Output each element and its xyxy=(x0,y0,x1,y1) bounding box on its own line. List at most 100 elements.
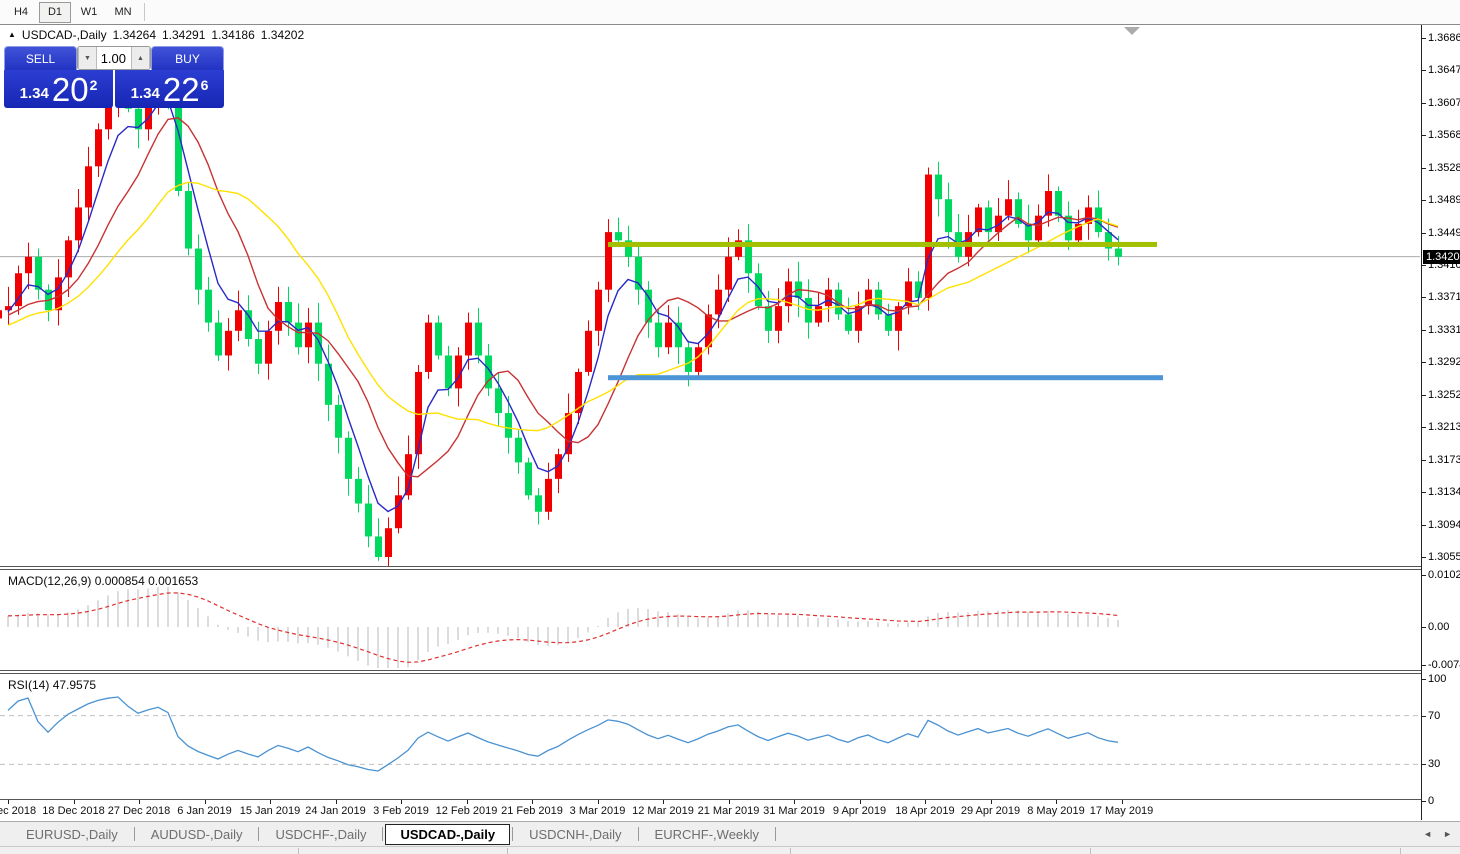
scale-tick xyxy=(1422,679,1426,680)
rsi-scale-label: 0 xyxy=(1428,795,1434,807)
price-scale-label: 1.36470 xyxy=(1428,64,1460,76)
scale-tick xyxy=(1422,575,1426,576)
tab-eurchf-weekly[interactable]: EURCHF-,Weekly xyxy=(641,825,774,844)
rsi-scale-label: 30 xyxy=(1428,758,1440,770)
timeframe-button-h4[interactable]: H4 xyxy=(5,2,37,23)
scroll-to-end-icon[interactable] xyxy=(1124,27,1140,35)
volume-stepper: ▼ 1.00 ▲ xyxy=(77,46,151,70)
tab-separator xyxy=(638,827,639,841)
tab-usdcnh-daily[interactable]: USDCNH-,Daily xyxy=(515,825,635,844)
tab-scroll-right-icon[interactable]: ► xyxy=(1443,829,1452,839)
current-price-label: 1.34202 xyxy=(1423,250,1460,264)
rsi-scale-label: 70 xyxy=(1428,710,1440,722)
macd-scale-label: 0.010229 xyxy=(1428,569,1460,581)
price-scale-label: 1.31340 xyxy=(1428,486,1460,498)
time-axis-label: 3 Feb 2019 xyxy=(373,805,429,817)
price-scale-label: 1.32520 xyxy=(1428,389,1460,401)
price-scale-label: 1.35680 xyxy=(1428,129,1460,141)
time-axis-label: 27 Dec 2018 xyxy=(108,805,170,817)
one-click-trade-panel: SELL ▼ 1.00 ▲ BUY 1.34 20 2 1.34 22 6 xyxy=(4,46,224,108)
pane-separator[interactable] xyxy=(0,566,1460,567)
macd-label: MACD(12,26,9) 0.000854 0.001653 xyxy=(8,574,198,588)
scale-tick xyxy=(1422,427,1426,428)
time-axis-label: 17 May 2019 xyxy=(1090,805,1154,817)
price-scale[interactable]: 1.368601.364701.360701.356801.352801.348… xyxy=(1421,25,1460,820)
macd-pane[interactable] xyxy=(0,570,1421,670)
scale-tick xyxy=(1422,233,1426,234)
sell-price[interactable]: 1.34 20 2 xyxy=(4,70,113,108)
time-tick xyxy=(663,800,664,804)
macd-scale-label: 0.00 xyxy=(1428,621,1449,633)
volume-decrease-button[interactable]: ▼ xyxy=(78,47,97,69)
buy-price-pips: 22 xyxy=(163,75,200,105)
price-scale-label: 1.33710 xyxy=(1428,291,1460,303)
price-scale-label: 1.32130 xyxy=(1428,421,1460,433)
tab-usdcad-daily[interactable]: USDCAD-,Daily xyxy=(385,824,510,845)
time-axis-label: 18 Dec 2018 xyxy=(42,805,104,817)
time-axis-label: 9 Dec 2018 xyxy=(0,805,36,817)
scale-tick xyxy=(1422,330,1426,331)
collapse-chart-icon[interactable]: ▲ xyxy=(8,30,16,39)
status-bar xyxy=(0,846,1460,854)
scale-tick xyxy=(1422,265,1426,266)
scale-tick xyxy=(1422,38,1426,39)
price-scale-label: 1.33310 xyxy=(1428,324,1460,336)
time-tick xyxy=(336,800,337,804)
scale-tick xyxy=(1422,764,1426,765)
time-axis-label: 3 Mar 2019 xyxy=(570,805,626,817)
tab-scroll-left-icon[interactable]: ◄ xyxy=(1423,829,1432,839)
tab-separator xyxy=(512,827,513,841)
time-axis-label: 12 Mar 2019 xyxy=(632,805,694,817)
time-axis-label: 29 Apr 2019 xyxy=(961,805,1020,817)
price-scale-label: 1.30940 xyxy=(1428,519,1460,531)
time-tick xyxy=(1122,800,1123,804)
tab-usdchf-daily[interactable]: USDCHF-,Daily xyxy=(261,825,380,844)
status-divider xyxy=(1400,848,1401,854)
time-axis-label: 21 Feb 2019 xyxy=(501,805,563,817)
time-axis-label: 21 Mar 2019 xyxy=(698,805,760,817)
price-scale-label: 1.36860 xyxy=(1428,32,1460,44)
scale-tick xyxy=(1422,395,1426,396)
tab-separator xyxy=(382,827,383,841)
bar-open-value: 1.34264 xyxy=(113,28,156,42)
time-axis-label: 9 Apr 2019 xyxy=(833,805,886,817)
scale-tick xyxy=(1422,492,1426,493)
price-scale-label: 1.32920 xyxy=(1428,356,1460,368)
rsi-chart[interactable] xyxy=(0,674,1421,799)
scale-tick xyxy=(1422,557,1426,558)
time-tick xyxy=(270,800,271,804)
timeframe-button-mn[interactable]: MN xyxy=(107,2,139,23)
status-divider xyxy=(1090,848,1091,854)
scale-tick xyxy=(1422,168,1426,169)
tab-separator xyxy=(258,827,259,841)
time-tick xyxy=(74,800,75,804)
time-tick xyxy=(991,800,992,804)
pane-separator[interactable] xyxy=(0,670,1460,671)
time-axis-label: 15 Jan 2019 xyxy=(240,805,301,817)
time-tick xyxy=(1056,800,1057,804)
time-axis[interactable]: 9 Dec 201818 Dec 201827 Dec 20186 Jan 20… xyxy=(0,800,1421,820)
tab-eurusd-daily[interactable]: EURUSD-,Daily xyxy=(12,825,132,844)
time-tick xyxy=(598,800,599,804)
rsi-pane[interactable] xyxy=(0,674,1421,799)
tab-audusd-daily[interactable]: AUDUSD-,Daily xyxy=(137,825,257,844)
volume-increase-button[interactable]: ▲ xyxy=(131,47,150,69)
time-tick xyxy=(925,800,926,804)
timeframe-buttons: H4D1W1MN xyxy=(0,2,140,23)
timeframe-button-d1[interactable]: D1 xyxy=(39,2,71,23)
status-divider xyxy=(298,848,299,854)
price-scale-label: 1.35280 xyxy=(1428,162,1460,174)
time-tick xyxy=(8,800,9,804)
price-scale-label: 1.31730 xyxy=(1428,454,1460,466)
timeframe-button-w1[interactable]: W1 xyxy=(73,2,105,23)
buy-price[interactable]: 1.34 22 6 xyxy=(115,70,224,108)
volume-input[interactable]: 1.00 xyxy=(97,47,131,69)
toolbar-separator xyxy=(144,3,145,21)
sell-button[interactable]: SELL xyxy=(4,46,77,71)
time-tick xyxy=(205,800,206,804)
time-axis-label: 24 Jan 2019 xyxy=(305,805,366,817)
buy-button[interactable]: BUY xyxy=(151,46,224,71)
chart-symbol-label: USDCAD-,Daily xyxy=(22,28,107,42)
bar-low-value: 1.34186 xyxy=(211,28,254,42)
macd-chart[interactable] xyxy=(0,570,1421,670)
